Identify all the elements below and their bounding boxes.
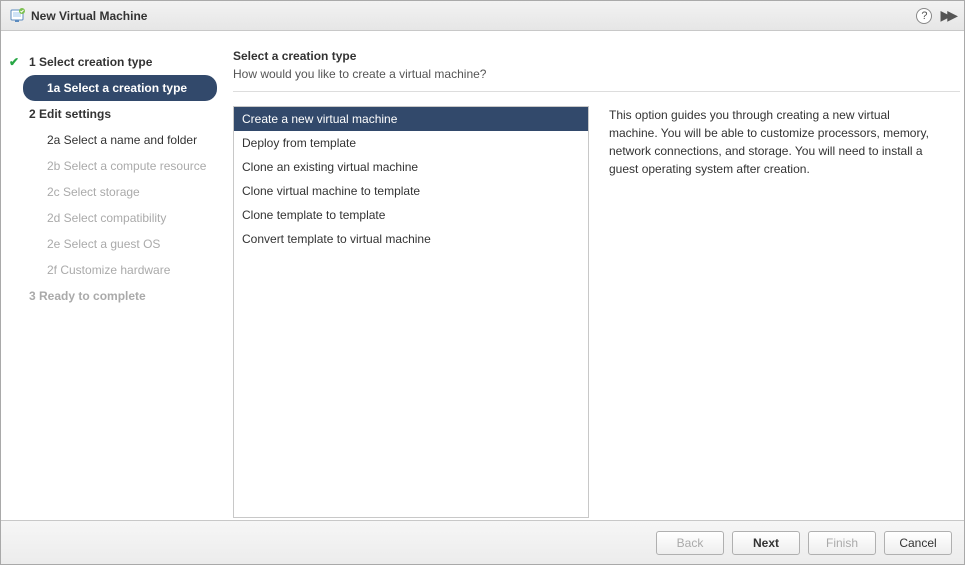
step-2e: 2e Select a guest OS (1, 231, 223, 257)
step-label: 2b Select a compute resource (47, 159, 206, 173)
back-button: Back (656, 531, 724, 555)
wizard-sidebar: ✔ 1 Select creation type 1a Select a cre… (1, 31, 223, 520)
divider (233, 91, 960, 92)
step-label: 2a Select a name and folder (47, 133, 197, 147)
step-2b: 2b Select a compute resource (1, 153, 223, 179)
step-1a[interactable]: 1a Select a creation type (23, 75, 217, 101)
content-header: Select a creation type How would you lik… (233, 49, 960, 81)
next-button[interactable]: Next (732, 531, 800, 555)
step-label: 2d Select compatibility (47, 211, 166, 225)
option-label: Deploy from template (242, 136, 356, 150)
dialog-body: ✔ 1 Select creation type 1a Select a cre… (1, 31, 964, 520)
content-body: Create a new virtual machine Deploy from… (233, 106, 960, 520)
step-label: 1 Select creation type (29, 55, 152, 69)
step-2[interactable]: 2 Edit settings (1, 101, 223, 127)
checkmark-icon: ✔ (9, 55, 19, 69)
option-convert-template[interactable]: Convert template to virtual machine (234, 227, 588, 251)
step-label: 2c Select storage (47, 185, 140, 199)
wizard-content: Select a creation type How would you lik… (223, 31, 964, 520)
option-clone-template-to-template[interactable]: Clone template to template (234, 203, 588, 227)
creation-type-list[interactable]: Create a new virtual machine Deploy from… (233, 106, 589, 518)
step-label: 3 Ready to complete (29, 289, 146, 303)
option-clone-to-template[interactable]: Clone virtual machine to template (234, 179, 588, 203)
vm-icon (9, 8, 25, 24)
step-2f: 2f Customize hardware (1, 257, 223, 283)
step-3: 3 Ready to complete (1, 283, 223, 309)
page-title: Select a creation type (233, 49, 960, 63)
step-label: 2e Select a guest OS (47, 237, 160, 251)
option-clone-existing[interactable]: Clone an existing virtual machine (234, 155, 588, 179)
cancel-button[interactable]: Cancel (884, 531, 952, 555)
step-label: 1a Select a creation type (47, 81, 187, 95)
option-label: Create a new virtual machine (242, 112, 397, 126)
step-2d: 2d Select compatibility (1, 205, 223, 231)
finish-button: Finish (808, 531, 876, 555)
titlebar: New Virtual Machine ? ▶▶ (1, 1, 964, 31)
option-label: Clone an existing virtual machine (242, 160, 418, 174)
wizard-dialog: New Virtual Machine ? ▶▶ ✔ 1 Select crea… (0, 0, 965, 565)
step-2c: 2c Select storage (1, 179, 223, 205)
step-label: 2 Edit settings (29, 107, 111, 121)
option-label: Clone template to template (242, 208, 385, 222)
step-2a[interactable]: 2a Select a name and folder (1, 127, 223, 153)
option-create-new[interactable]: Create a new virtual machine (234, 107, 588, 131)
page-subtitle: How would you like to create a virtual m… (233, 67, 960, 81)
option-label: Convert template to virtual machine (242, 232, 431, 246)
footer: Back Next Finish Cancel (1, 520, 964, 564)
window-title: New Virtual Machine (31, 9, 147, 23)
expand-icon[interactable]: ▶▶ (940, 7, 954, 24)
option-label: Clone virtual machine to template (242, 184, 420, 198)
help-icon[interactable]: ? (916, 8, 932, 24)
step-label: 2f Customize hardware (47, 263, 170, 277)
step-1[interactable]: ✔ 1 Select creation type (1, 49, 223, 75)
option-description: This option guides you through creating … (605, 106, 960, 520)
option-deploy-template[interactable]: Deploy from template (234, 131, 588, 155)
